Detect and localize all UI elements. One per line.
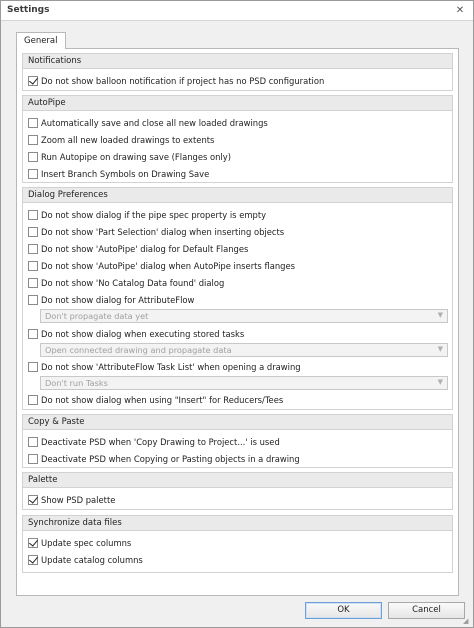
checkbox[interactable]	[28, 362, 38, 372]
settings-dialog: Settings ✕ General Notifications Do not …	[0, 0, 474, 628]
tab-strip: General	[16, 32, 457, 49]
checkbox[interactable]	[28, 329, 38, 339]
stored-tasks-dropdown: Open connected drawing and propagate dat…	[40, 343, 448, 357]
checkbox[interactable]	[28, 169, 38, 179]
checkbox-row[interactable]: Update catalog columns	[28, 553, 143, 567]
checkbox[interactable]	[28, 278, 38, 288]
window-title: Settings	[7, 5, 50, 15]
checkbox-row[interactable]: Do not show 'Part Selection' dialog when…	[28, 225, 284, 239]
group-palette: Palette Show PSD palette	[22, 472, 453, 510]
checkbox-label: Update spec columns	[41, 538, 132, 548]
checkbox-row[interactable]: Do not show 'AttributeFlow Task List' wh…	[28, 360, 301, 374]
checkbox[interactable]	[28, 454, 38, 464]
checkbox-checked[interactable]	[28, 76, 38, 86]
checkbox[interactable]	[28, 244, 38, 254]
dropdown-value: Don't propagate data yet	[45, 311, 149, 321]
checkbox-label: Do not show dialog when executing stored…	[41, 329, 245, 339]
tab-general[interactable]: General	[16, 32, 66, 49]
checkbox-label: Do not show dialog if the pipe spec prop…	[41, 210, 267, 220]
general-panel: Notifications Do not show balloon notifi…	[16, 48, 459, 596]
checkbox-label: Do not show 'Part Selection' dialog when…	[41, 227, 285, 237]
chevron-down-icon: ▼	[437, 378, 443, 386]
checkbox[interactable]	[28, 437, 38, 447]
checkbox-row[interactable]: Do not show dialog when using "Insert" f…	[28, 393, 283, 407]
chevron-down-icon: ▼	[437, 345, 443, 353]
cancel-button[interactable]: Cancel	[388, 602, 465, 619]
checkbox-row[interactable]: Update spec columns	[28, 536, 131, 550]
checkbox[interactable]	[28, 261, 38, 271]
group-header-notifications: Notifications	[23, 54, 452, 69]
checkbox-row[interactable]: Automatically save and close all new loa…	[28, 116, 268, 130]
dropdown-value: Open connected drawing and propagate dat…	[45, 345, 232, 355]
checkbox-label: Show PSD palette	[41, 495, 116, 505]
group-header-copy-paste: Copy & Paste	[23, 415, 452, 430]
checkbox-label: Do not show 'No Catalog Data found' dial…	[41, 278, 225, 288]
checkbox-row[interactable]: Deactivate PSD when 'Copy Drawing to Pro…	[28, 435, 280, 449]
checkbox-label: Do not show dialog for AttributeFlow	[41, 295, 195, 305]
checkbox-label: Do not show dialog when using "Insert" f…	[41, 395, 284, 405]
checkbox[interactable]	[28, 118, 38, 128]
group-autopipe: AutoPipe Automatically save and close al…	[22, 95, 453, 183]
checkbox-row[interactable]: Insert Branch Symbols on Drawing Save	[28, 167, 209, 181]
checkbox-checked[interactable]	[28, 495, 38, 505]
checkbox-row[interactable]: Do not show 'AutoPipe' dialog when AutoP…	[28, 259, 295, 273]
checkbox[interactable]	[28, 395, 38, 405]
checkbox-label: Do not show 'AutoPipe' dialog for Defaul…	[41, 244, 249, 254]
checkbox-label: Automatically save and close all new loa…	[41, 118, 268, 128]
checkbox-checked[interactable]	[28, 555, 38, 565]
checkbox-row[interactable]: Do not show 'No Catalog Data found' dial…	[28, 276, 224, 290]
checkbox-row[interactable]: Zoom all new loaded drawings to extents	[28, 133, 214, 147]
close-icon[interactable]: ✕	[453, 4, 467, 18]
checkbox-row[interactable]: Deactivate PSD when Copying or Pasting o…	[28, 452, 300, 466]
group-notifications: Notifications Do not show balloon notifi…	[22, 53, 453, 91]
checkbox-checked[interactable]	[28, 538, 38, 548]
group-dialog-preferences: Dialog Preferences Do not show dialog if…	[22, 187, 453, 410]
chevron-down-icon: ▼	[437, 311, 443, 319]
checkbox[interactable]	[28, 135, 38, 145]
checkbox-row[interactable]: Do not show 'AutoPipe' dialog for Defaul…	[28, 242, 248, 256]
checkbox-label: Do not show balloon notification if proj…	[41, 76, 325, 86]
checkbox-row[interactable]: Show PSD palette	[28, 493, 115, 507]
checkbox[interactable]	[28, 210, 38, 220]
checkbox-row[interactable]: Do not show dialog if the pipe spec prop…	[28, 208, 266, 222]
resize-grip-icon[interactable]: ◢	[463, 617, 471, 625]
checkbox-label: Do not show 'AutoPipe' dialog when AutoP…	[41, 261, 295, 271]
attributeflow-dropdown: Don't propagate data yet ▼	[40, 309, 448, 323]
group-header-palette: Palette	[23, 473, 452, 488]
checkbox-label: Do not show 'AttributeFlow Task List' wh…	[41, 362, 301, 372]
checkbox-row[interactable]: Do not show dialog when executing stored…	[28, 327, 244, 341]
checkbox-row[interactable]: Run Autopipe on drawing save (Flanges on…	[28, 150, 231, 164]
checkbox-label: Insert Branch Symbols on Drawing Save	[41, 169, 210, 179]
checkbox-row[interactable]: Do not show balloon notification if proj…	[28, 74, 324, 88]
group-header-dialog-preferences: Dialog Preferences	[23, 188, 452, 203]
checkbox[interactable]	[28, 152, 38, 162]
task-list-dropdown: Don't run Tasks ▼	[40, 376, 448, 390]
checkbox-row[interactable]: Do not show dialog for AttributeFlow	[28, 293, 194, 307]
dropdown-value: Don't run Tasks	[45, 378, 108, 388]
ok-button[interactable]: OK	[305, 602, 382, 619]
checkbox-label: Run Autopipe on drawing save (Flanges on…	[41, 152, 231, 162]
group-copy-paste: Copy & Paste Deactivate PSD when 'Copy D…	[22, 414, 453, 468]
checkbox-label: Update catalog columns	[41, 555, 143, 565]
group-header-autopipe: AutoPipe	[23, 96, 452, 111]
checkbox-label: Zoom all new loaded drawings to extents	[41, 135, 215, 145]
checkbox[interactable]	[28, 227, 38, 237]
checkbox-label: Deactivate PSD when 'Copy Drawing to Pro…	[41, 437, 280, 447]
title-bar[interactable]: Settings ✕	[1, 1, 473, 21]
group-header-synchronize: Synchronize data files	[23, 516, 452, 531]
checkbox-label: Deactivate PSD when Copying or Pasting o…	[41, 454, 300, 464]
checkbox[interactable]	[28, 295, 38, 305]
group-synchronize: Synchronize data files Update spec colum…	[22, 515, 453, 573]
